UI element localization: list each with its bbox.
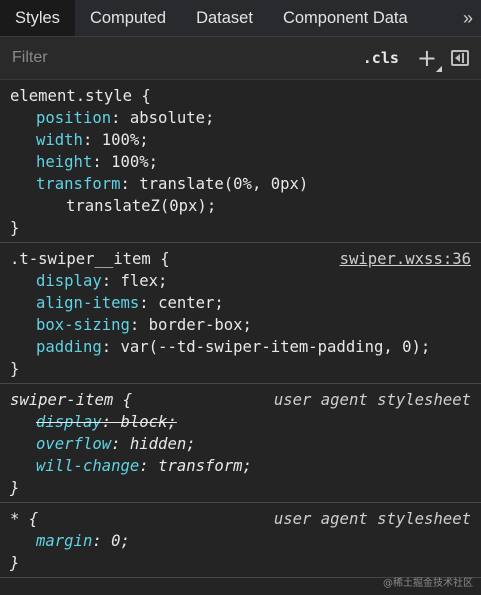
- rule-universal-user-agent: * { user agent stylesheet margin: 0; }: [0, 503, 481, 578]
- property-name[interactable]: box-sizing: [36, 316, 130, 334]
- property-value-continuation[interactable]: translateZ(0px);: [10, 195, 471, 217]
- property-value: 0;: [111, 532, 130, 550]
- rule-close-brace: }: [10, 219, 20, 237]
- styles-toolbar: .cls + ◢: [0, 37, 481, 80]
- rule-close-brace: }: [10, 554, 20, 572]
- tab-component-data[interactable]: Component Data: [268, 0, 423, 36]
- declaration: margin: 0;: [36, 532, 130, 550]
- declaration[interactable]: transform: translate(0%, 0px): [10, 173, 471, 195]
- rule-swiper-item-user-agent: swiper-item { user agent stylesheet disp…: [0, 384, 481, 503]
- declaration[interactable]: height: 100%;: [10, 151, 471, 173]
- new-style-rule-button[interactable]: + ◢: [416, 44, 442, 73]
- rule-close-brace: }: [10, 360, 20, 378]
- tab-computed[interactable]: Computed: [75, 0, 181, 36]
- property-value[interactable]: 100%;: [102, 131, 149, 149]
- property-value: block;: [120, 413, 177, 431]
- property-name: will-change: [36, 457, 140, 475]
- rule-close-brace: }: [10, 479, 20, 497]
- devtools-tab-bar: Styles Computed Dataset Component Data »: [0, 0, 481, 37]
- declaration[interactable]: position: absolute;: [10, 107, 471, 129]
- property-value: transform;: [158, 457, 252, 475]
- property-name[interactable]: position: [36, 109, 111, 127]
- declaration[interactable]: width: 100%;: [10, 129, 471, 151]
- property-value[interactable]: absolute;: [130, 109, 215, 127]
- property-name[interactable]: padding: [36, 338, 102, 356]
- property-value[interactable]: 100%;: [111, 153, 158, 171]
- plus-icon: +: [416, 44, 437, 72]
- more-tabs-icon[interactable]: »: [453, 0, 481, 36]
- filter-input[interactable]: [4, 42, 363, 74]
- cls-button[interactable]: .cls: [363, 49, 399, 67]
- property-value[interactable]: var(--td-swiper-item-padding, 0);: [121, 338, 431, 356]
- property-value[interactable]: center;: [158, 294, 224, 312]
- rule-element-style: element.style { position: absolute; widt…: [0, 80, 481, 243]
- rule-selector[interactable]: element.style {: [10, 85, 151, 107]
- tab-dataset[interactable]: Dataset: [181, 0, 268, 36]
- declaration: overflow: hidden;: [36, 435, 196, 453]
- dropdown-corner-icon: ◢: [435, 64, 442, 73]
- property-name[interactable]: width: [36, 131, 83, 149]
- property-name[interactable]: transform: [36, 175, 121, 193]
- property-name: display: [36, 413, 102, 431]
- rule-selector[interactable]: .t-swiper__item {: [10, 248, 170, 270]
- property-value[interactable]: border-box;: [149, 316, 252, 334]
- declaration[interactable]: align-items: center;: [10, 292, 471, 314]
- declaration[interactable]: display: flex;: [10, 270, 471, 292]
- watermark: @稀土掘金技术社区: [383, 578, 473, 589]
- stylesheet-source-label: user agent stylesheet: [273, 510, 471, 528]
- rule-selector: swiper-item {: [10, 391, 133, 409]
- property-name: margin: [36, 532, 93, 550]
- stylesheet-source-link[interactable]: swiper.wxss:36: [340, 248, 471, 270]
- rule-t-swiper-item: .t-swiper__item { swiper.wxss:36 display…: [0, 243, 481, 384]
- rule-selector: * {: [10, 510, 39, 528]
- declaration[interactable]: padding: var(--td-swiper-item-padding, 0…: [10, 336, 471, 358]
- property-name[interactable]: display: [36, 272, 102, 290]
- tab-styles[interactable]: Styles: [0, 0, 75, 36]
- stylesheet-source-label: user agent stylesheet: [273, 391, 471, 409]
- property-value[interactable]: flex;: [121, 272, 168, 290]
- property-name[interactable]: height: [36, 153, 92, 171]
- toggle-sidebar-icon[interactable]: [451, 50, 469, 66]
- declaration[interactable]: box-sizing: border-box;: [10, 314, 471, 336]
- property-name[interactable]: align-items: [36, 294, 139, 312]
- overridden-declaration: display: block;: [36, 413, 177, 431]
- declaration: will-change: transform;: [36, 457, 252, 475]
- property-value: hidden;: [129, 435, 196, 453]
- property-name: overflow: [36, 435, 112, 453]
- property-value[interactable]: translate(0%, 0px): [139, 175, 308, 193]
